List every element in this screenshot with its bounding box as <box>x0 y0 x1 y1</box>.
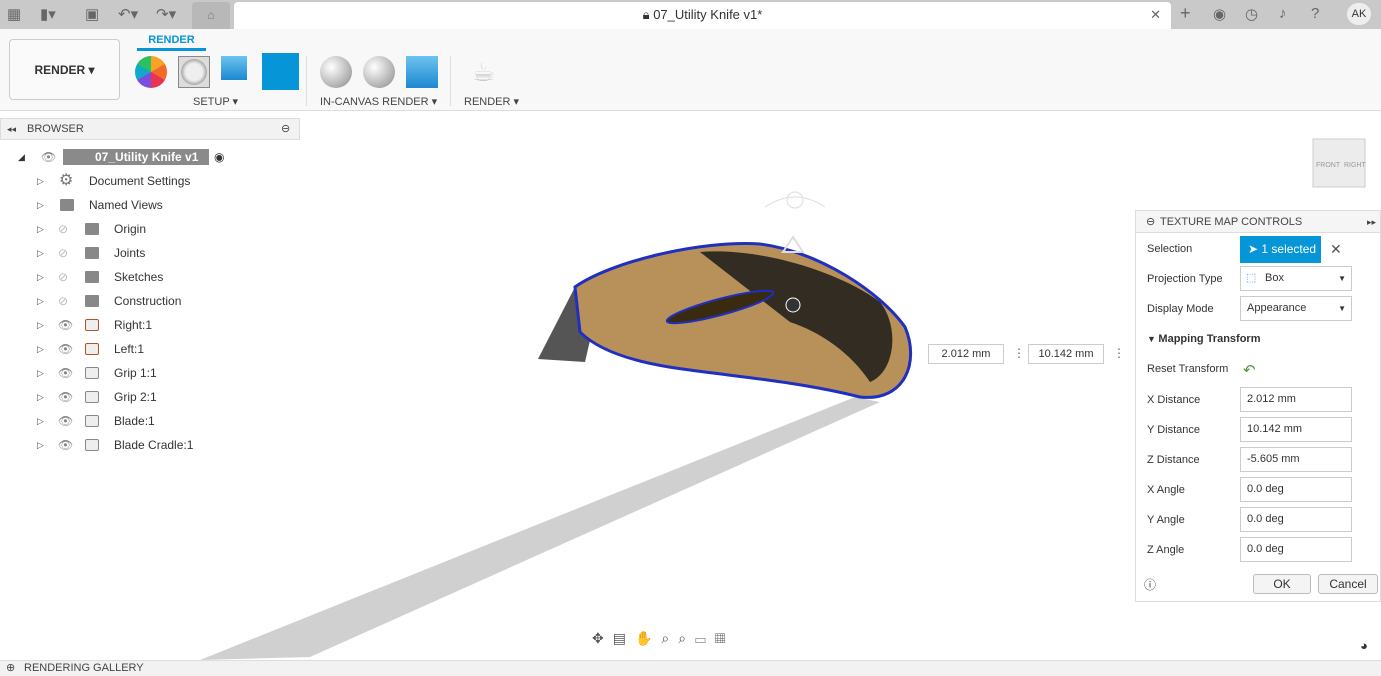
cursor-icon: ➤ <box>1248 242 1262 256</box>
texture-map-controls-icon[interactable] <box>221 56 247 80</box>
panel-title: TEXTURE MAP CONTROLS <box>1160 216 1303 228</box>
document-tab[interactable]: 🔒︎ 07_Utility Knife v1* ✕ <box>234 2 1171 29</box>
render-group[interactable]: RENDER ▾ <box>464 95 519 108</box>
more-icon[interactable]: ⋮ <box>1013 346 1025 360</box>
x-distance-manipulator-input[interactable]: 2.012 mm <box>928 344 1004 364</box>
reset-transform-icon[interactable]: ↶ <box>1243 361 1256 379</box>
svg-text:FRONT: FRONT <box>1316 162 1341 169</box>
redo-icon[interactable]: ↷▾ <box>156 5 176 23</box>
reset-transform-label: Reset Transform <box>1147 363 1229 375</box>
field-label: Z Angle <box>1147 544 1185 556</box>
help-icon[interactable]: ? <box>1311 5 1319 22</box>
cancel-button[interactable]: Cancel <box>1318 574 1378 594</box>
grid-settings-icon[interactable]: ▦ <box>715 630 735 646</box>
extensions-icon[interactable]: ◉ <box>1213 5 1226 23</box>
in-canvas-render-settings-icon[interactable] <box>363 56 395 88</box>
setup-group[interactable]: SETUP ▾ <box>193 95 238 108</box>
render-status-icon[interactable]: ◕ <box>1360 638 1368 653</box>
field-label: Y Angle <box>1147 514 1185 526</box>
decal-icon[interactable] <box>262 53 299 90</box>
panel-header[interactable]: ⊖ TEXTURE MAP CONTROLS ▸▸ <box>1136 211 1380 233</box>
clear-selection-icon[interactable]: ✕ <box>1330 241 1342 258</box>
orbit-icon[interactable]: ✥ <box>592 630 613 646</box>
in-canvas-render-icon[interactable] <box>320 56 352 88</box>
texture-map-controls-panel: ⊖ TEXTURE MAP CONTROLS ▸▸ Selection ➤ 1 … <box>1135 210 1381 602</box>
y-distance-manipulator-input[interactable]: 10.142 mm <box>1028 344 1104 364</box>
field-input[interactable]: 0.0 deg <box>1240 537 1352 562</box>
field-label: X Distance <box>1147 394 1201 406</box>
workspace-switcher[interactable]: RENDER ▾ <box>9 39 120 100</box>
projection-type-label: Projection Type <box>1147 273 1223 285</box>
lock-icon: 🔒︎ <box>642 7 654 22</box>
zoom-window-icon[interactable]: ⌕ <box>678 630 695 646</box>
field-label: Z Distance <box>1147 454 1200 466</box>
knife-shadow <box>200 397 880 660</box>
user-avatar[interactable]: AK <box>1347 3 1371 25</box>
selection-button[interactable]: ➤ 1 selected <box>1240 236 1321 263</box>
mapping-transform-section[interactable]: ▼ Mapping Transform <box>1147 325 1260 353</box>
minimize-icon[interactable]: ⊖ <box>1146 211 1155 233</box>
rendering-gallery-label: RENDERING GALLERY <box>24 662 144 674</box>
svg-text:RIGHT: RIGHT <box>1344 162 1367 169</box>
pan-icon[interactable]: ✋ <box>635 630 661 646</box>
field-input[interactable]: -5.605 mm <box>1240 447 1352 472</box>
selection-label: Selection <box>1147 243 1193 255</box>
minimize-icon[interactable]: ⊕ <box>6 661 15 676</box>
rotate-manipulator <box>786 191 804 209</box>
field-input[interactable]: 10.142 mm <box>1240 417 1352 442</box>
new-tab-icon[interactable]: + <box>1180 3 1191 24</box>
field-input[interactable]: 2.012 mm <box>1240 387 1352 412</box>
rendering-gallery-bar[interactable]: ⊕ RENDERING GALLERY <box>0 660 1381 676</box>
field-input[interactable]: 0.0 deg <box>1240 477 1352 502</box>
toolbar-ribbon: RENDER ▾ RENDER SETUP ▾ IN-CANVAS RENDER… <box>0 29 1381 111</box>
capture-image-icon[interactable] <box>406 56 438 88</box>
file-menu-icon[interactable]: ▮▾ <box>40 5 56 23</box>
tab-render[interactable]: RENDER <box>137 34 206 51</box>
ok-button[interactable]: OK <box>1253 574 1311 594</box>
zoom-icon[interactable]: ⌕ <box>661 630 678 646</box>
divider <box>450 56 451 106</box>
in-canvas-render-group[interactable]: IN-CANVAS RENDER ▾ <box>320 95 437 108</box>
more-icon[interactable]: ⋮ <box>1113 346 1125 360</box>
field-input[interactable]: 0.0 deg <box>1240 507 1352 532</box>
texture-handle-icon <box>785 297 801 313</box>
field-label: Y Distance <box>1147 424 1200 436</box>
close-tab-icon[interactable]: ✕ <box>1150 2 1161 28</box>
appearance-icon[interactable] <box>135 56 167 88</box>
undo-icon[interactable]: ↶▾ <box>118 5 138 23</box>
navigation-bar: ✥▤✋⌕⌕▭▦ <box>592 630 734 647</box>
display-mode-label: Display Mode <box>1147 303 1214 315</box>
app-grid-icon[interactable]: ▦ <box>7 5 21 23</box>
title-bar: ▦ ▮▾ ▣ ↶▾ ↷▾ ⌂ 🔒︎ 07_Utility Knife v1* ✕… <box>0 0 1381 29</box>
divider <box>306 56 307 106</box>
home-tab[interactable]: ⌂ <box>192 2 230 29</box>
teapot-render-icon[interactable]: ☕︎ <box>472 56 504 88</box>
scene-settings-icon[interactable] <box>178 56 210 88</box>
display-mode-select[interactable]: Appearance ▼ <box>1240 296 1352 321</box>
job-status-icon[interactable]: ◷ <box>1245 5 1258 23</box>
expand-panel-icon[interactable]: ▸▸ <box>1367 211 1376 233</box>
box-icon: ⬚ <box>1246 272 1257 284</box>
info-icon[interactable]: ⓘ <box>1144 576 1156 593</box>
field-label: X Angle <box>1147 484 1185 496</box>
projection-type-select[interactable]: ⬚ Box ▼ <box>1240 266 1352 291</box>
save-icon[interactable]: ▣ <box>85 5 99 23</box>
notifications-icon[interactable]: ♪ <box>1279 5 1287 22</box>
document-title: 07_Utility Knife v1* <box>653 7 763 22</box>
display-settings-icon[interactable]: ▭ <box>695 630 715 646</box>
look-at-icon[interactable]: ▤ <box>613 630 635 646</box>
